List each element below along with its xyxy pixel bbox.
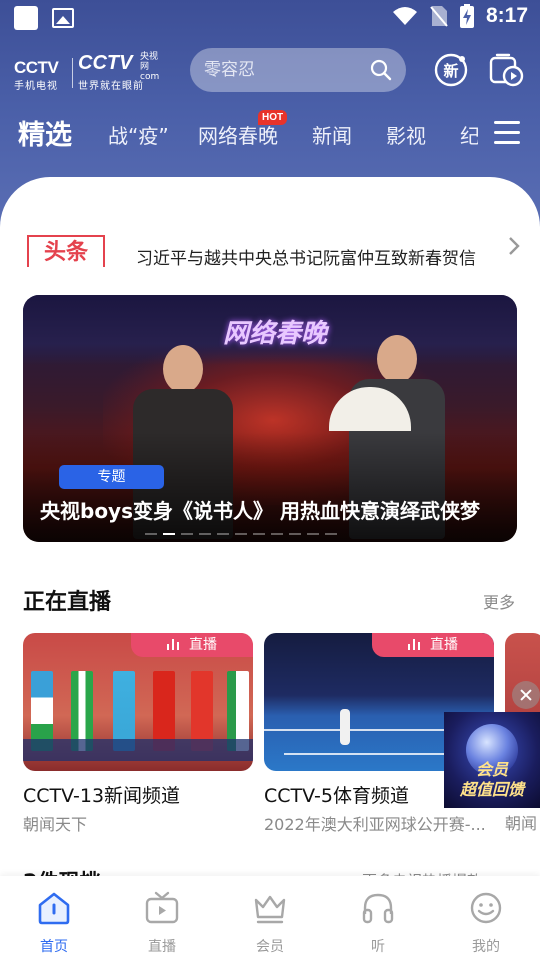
cctv-logo[interactable]: CCTV 手机电视 CCTV 央视网 com 世界就在眼前: [14, 50, 164, 92]
live-badge: 直播: [131, 633, 253, 657]
logo-cctv-text: CCTV: [14, 58, 59, 77]
tab-film-tv[interactable]: 影视: [386, 112, 426, 160]
nav-vip[interactable]: 会员: [216, 876, 324, 960]
live-bars-icon: [408, 639, 420, 650]
nav-label: 首页: [40, 939, 68, 955]
nav-listen[interactable]: 听: [324, 876, 432, 960]
tab-fight-epidemic[interactable]: 战“疫”: [108, 112, 169, 160]
close-icon[interactable]: [512, 681, 540, 709]
banner-pagination: [145, 533, 337, 535]
home-icon: [38, 892, 70, 925]
live-badge-label: 直播: [189, 637, 217, 653]
menu-icon[interactable]: [494, 121, 520, 147]
news-ticker: [23, 739, 253, 761]
live-program-name: 朝闻天下: [23, 815, 88, 834]
image-notification-icon: [52, 8, 74, 28]
live-badge-label: 直播: [430, 637, 458, 653]
vip-promo-line2: 超值回馈: [459, 780, 524, 799]
banner-gala-logo: 网络春晚: [223, 319, 328, 349]
live-section-title: 正在直播: [23, 590, 112, 615]
headline-text[interactable]: 习近平与越共中央总书记阮富仲互致新春贺信: [136, 244, 476, 269]
live-peek-program: 朝闻: [505, 814, 538, 833]
live-bars-icon: [167, 639, 179, 650]
headphones-icon: [362, 893, 394, 924]
channel-tabs: 精选 战“疫” 网络春晚 新闻 影视 纪: [18, 112, 478, 162]
wifi-icon: [392, 7, 417, 25]
logo-cctvcom-text: CCTV: [78, 52, 133, 74]
notification-square-icon: [14, 6, 38, 30]
headline-badge: 头条: [27, 235, 105, 267]
vip-promo-float[interactable]: 会员 超值回馈: [444, 712, 540, 808]
clock: 8:17: [485, 4, 528, 27]
new-icon-label: 新: [443, 62, 458, 80]
logo-divider: [72, 58, 73, 88]
live-thumbnail: 直播: [23, 633, 253, 771]
banner-title: 央视boys变身《说书人》 用热血快意演绎武侠梦: [40, 499, 480, 523]
logo-cctvcom-subtitle: 世界就在眼前: [78, 81, 144, 92]
tennis-player: [340, 709, 350, 745]
nav-label: 听: [371, 939, 385, 955]
tv-play-icon: [145, 891, 179, 924]
status-bar: 8:17: [0, 0, 540, 36]
nav-home[interactable]: 首页: [0, 876, 108, 960]
search-box[interactable]: [190, 48, 406, 92]
banner-topic-tag: 专题: [59, 465, 164, 489]
nav-label: 我的: [472, 939, 500, 955]
live-badge: 直播: [372, 633, 494, 657]
featured-banner[interactable]: 网络春晚 专题 央视boys变身《说书人》 用热血快意演绎武侠梦: [23, 295, 517, 542]
new-content-icon[interactable]: 新: [433, 52, 469, 88]
tab-documentary[interactable]: 纪: [460, 112, 478, 160]
tab-featured[interactable]: 精选: [18, 112, 72, 160]
hot-badge: HOT: [258, 110, 288, 125]
chevron-right-icon[interactable]: [506, 236, 522, 256]
smiley-icon: [470, 892, 502, 924]
tab-news[interactable]: 新闻: [312, 112, 352, 160]
bottom-navigation: 首页 直播 会员 听 我的: [0, 876, 540, 960]
nav-mine[interactable]: 我的: [432, 876, 540, 960]
live-program-name: 2022年澳大利亚网球公开赛-...: [264, 815, 486, 834]
live-more-link[interactable]: 更多: [483, 589, 515, 613]
nav-label: 直播: [148, 939, 176, 955]
search-icon[interactable]: [370, 59, 392, 81]
nav-label: 会员: [256, 939, 284, 955]
tv-history-icon[interactable]: [488, 52, 524, 88]
logo-cctv-subtitle: 手机电视: [14, 81, 58, 92]
nav-live[interactable]: 直播: [108, 876, 216, 960]
search-input[interactable]: [204, 48, 364, 92]
battery-charging-icon: [459, 4, 474, 28]
crown-icon: [254, 895, 286, 924]
live-channel-name: CCTV-13新闻频道: [23, 785, 181, 807]
no-sim-icon: [430, 6, 448, 27]
live-channel-name: CCTV-5体育频道: [264, 785, 409, 807]
